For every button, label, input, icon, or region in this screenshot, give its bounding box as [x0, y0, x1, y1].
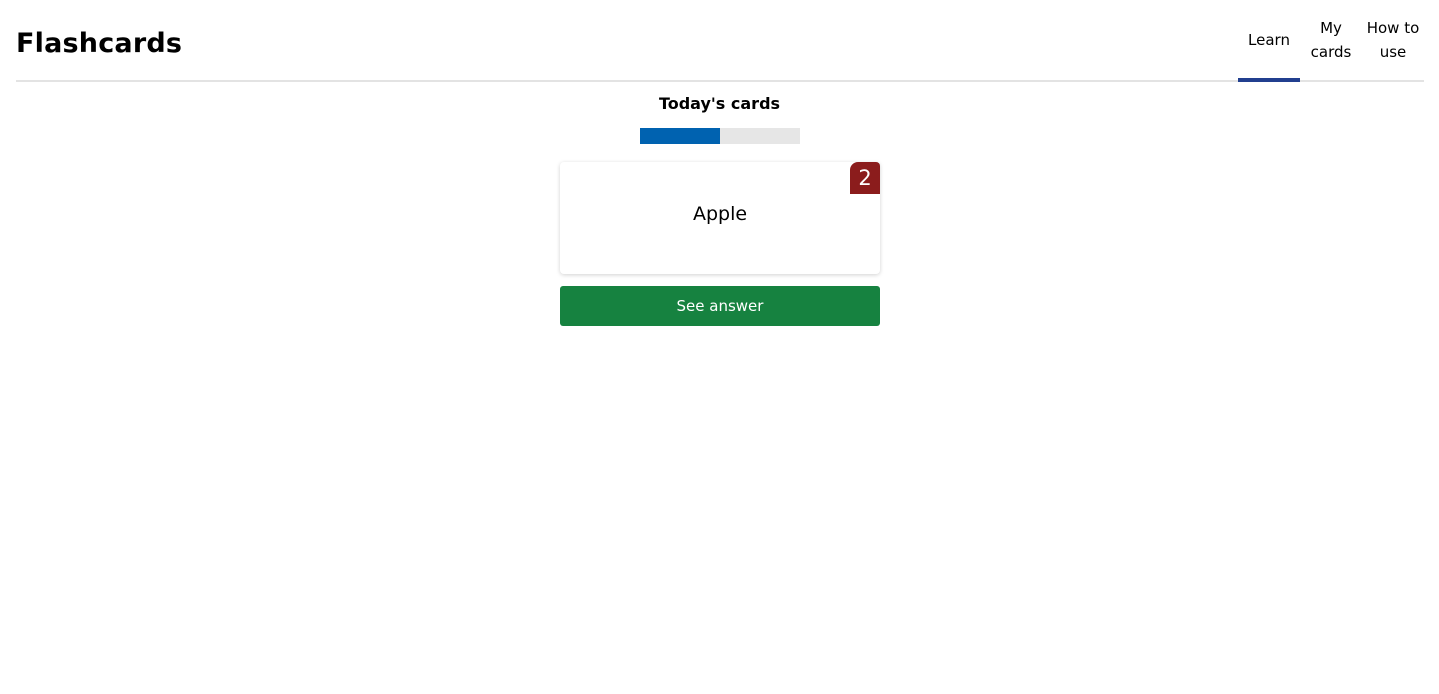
card-level-badge: 2 [850, 162, 880, 194]
tab-my-cards-label: My cards [1310, 19, 1352, 61]
flashcard[interactable]: Apple 2 [560, 162, 880, 274]
tab-learn-label: Learn [1248, 31, 1290, 49]
see-answer-button[interactable]: See answer [560, 286, 880, 326]
main-nav: Learn My cards How to use [1238, 0, 1424, 82]
progress-bar-fill [640, 128, 720, 144]
tab-how-to-use-label: How to use [1366, 19, 1420, 61]
tab-my-cards[interactable]: My cards [1300, 0, 1362, 80]
app: Flashcards Learn My cards How to use Tod… [0, 0, 1439, 694]
tab-learn[interactable]: Learn [1238, 0, 1300, 82]
flashcard-word: Apple [692, 203, 748, 225]
tab-how-to-use[interactable]: How to use [1362, 0, 1424, 80]
session-title: Today's cards [658, 94, 781, 113]
app-title: Flashcards [16, 28, 183, 59]
progress-bar [640, 128, 800, 144]
top-bar: Flashcards Learn My cards How to use [16, 0, 1424, 82]
